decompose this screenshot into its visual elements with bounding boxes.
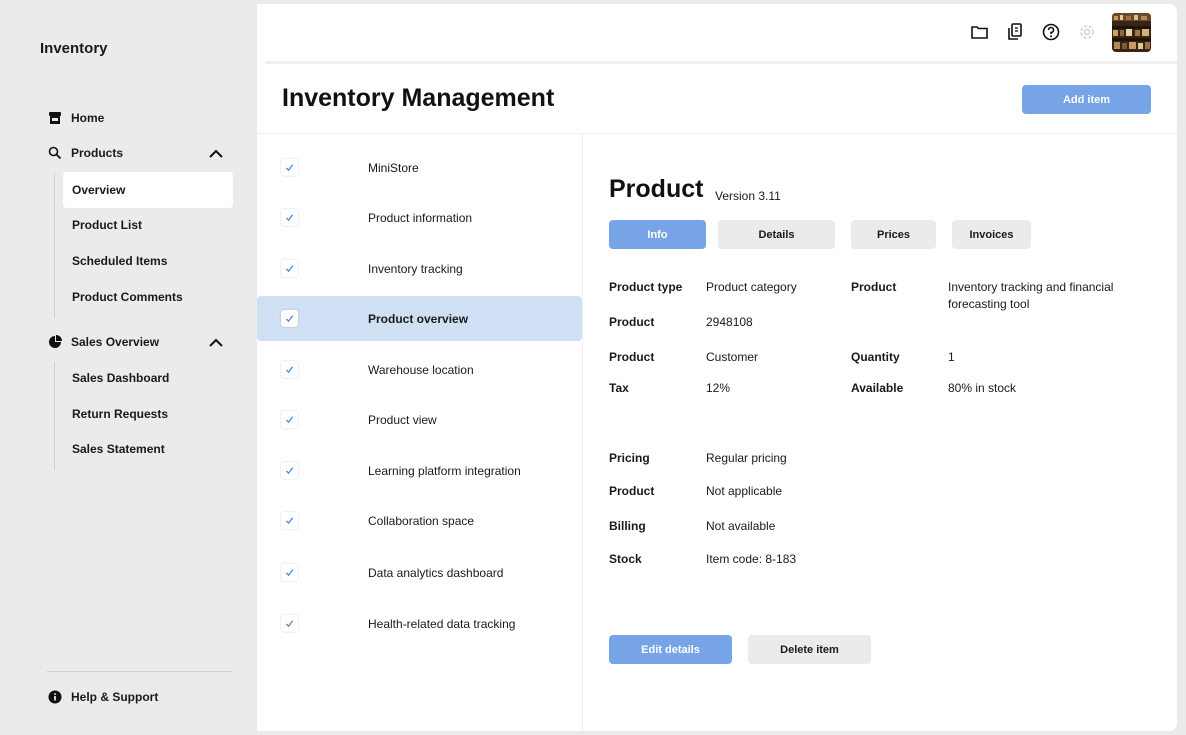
nav-home[interactable]: Home — [46, 108, 104, 128]
sidebar-item-sales-statement[interactable]: Sales Statement — [63, 431, 233, 467]
product-id-label: Product — [609, 315, 655, 329]
nav-sales-overview[interactable]: Sales Overview — [46, 332, 159, 352]
sidebar-item-product-comments[interactable]: Product Comments — [63, 279, 233, 315]
add-item-button[interactable]: Add item — [1022, 85, 1151, 114]
list-item-label: Health-related data tracking — [368, 616, 516, 631]
list-item-selected[interactable]: Product overview — [257, 296, 582, 341]
sidebar-item-sales-dashboard[interactable]: Sales Dashboard — [63, 360, 233, 396]
list-item-label: Product overview — [368, 311, 469, 326]
product-type-value: Product category — [706, 280, 797, 294]
tab-details[interactable]: Details — [718, 220, 835, 249]
product-applicability-label: Product — [609, 484, 655, 498]
nav-sales-label: Sales Overview — [71, 335, 160, 349]
list-item[interactable]: Product view — [257, 397, 582, 442]
settings-icon[interactable] — [1077, 22, 1097, 42]
content-divider — [257, 133, 1177, 134]
nav-help-support[interactable]: Help & Support — [46, 687, 158, 707]
nav-products[interactable]: Products — [46, 143, 123, 163]
page-title: Inventory Management — [282, 84, 555, 112]
list-item[interactable]: Warehouse location — [257, 347, 582, 392]
edit-details-button[interactable]: Edit details — [609, 635, 732, 664]
sidebar-divider — [47, 671, 232, 672]
list-detail-divider — [582, 134, 583, 731]
list-item-label: Product view — [368, 412, 437, 427]
checkbox[interactable] — [281, 615, 298, 632]
list-item[interactable]: Health-related data tracking — [257, 601, 582, 646]
billing-label: Billing — [609, 519, 646, 533]
available-label: Available — [851, 381, 904, 395]
available-value: 80% in stock — [948, 381, 1017, 395]
list-item[interactable]: Learning platform integration — [257, 448, 582, 493]
checkbox[interactable] — [281, 260, 298, 277]
top-bar — [257, 4, 1177, 62]
folder-icon[interactable] — [969, 22, 989, 42]
sidebar: Inventory Home Products Overview Product… — [0, 0, 257, 735]
tax-label: Tax — [609, 381, 629, 395]
product-type-label: Product type — [609, 280, 683, 294]
checkbox[interactable] — [281, 462, 298, 479]
tax-value: 12% — [706, 381, 731, 395]
list-item-label: Collaboration space — [368, 513, 475, 528]
product-version: Version 3.11 — [715, 189, 781, 203]
main-panel: Inventory Management Add item MiniStore … — [257, 4, 1177, 731]
nav-products-label: Products — [71, 146, 124, 160]
app-title: Inventory — [40, 40, 108, 57]
product-applicability-value: Not applicable — [706, 484, 783, 498]
product-description-label: Product — [851, 280, 897, 294]
product-customer-value: Customer — [706, 350, 759, 364]
chevron-up-icon[interactable] — [207, 145, 225, 163]
topbar-separator — [265, 61, 1177, 64]
tab-info[interactable]: Info — [609, 220, 706, 249]
sidebar-item-product-list[interactable]: Product List — [63, 207, 233, 243]
product-description-value: Inventory tracking and financial forecas… — [948, 280, 1114, 311]
sidebar-item-scheduled-items[interactable]: Scheduled Items — [63, 243, 233, 279]
list-item-label: Data analytics dashboard — [368, 565, 504, 580]
user-avatar[interactable] — [1112, 13, 1151, 52]
list-item-label: Inventory tracking — [368, 261, 463, 276]
store-icon — [46, 109, 64, 127]
product-title: Product — [609, 175, 704, 203]
list-item-label: Learning platform integration — [368, 463, 521, 478]
billing-value: Not available — [706, 519, 776, 533]
delete-item-button[interactable]: Delete item — [748, 635, 871, 664]
nav-help-label: Help & Support — [71, 690, 159, 704]
chevron-up-icon[interactable] — [207, 334, 225, 352]
documents-icon[interactable] — [1005, 22, 1025, 42]
pricing-label: Pricing — [609, 451, 650, 465]
product-id-value: 2948108 — [706, 315, 753, 329]
list-item[interactable]: MiniStore — [257, 145, 582, 190]
checkbox[interactable] — [281, 512, 298, 529]
pie-chart-icon — [46, 333, 64, 351]
list-item-label: MiniStore — [368, 160, 419, 175]
search-icon — [46, 144, 64, 162]
tab-prices[interactable]: Prices — [851, 220, 936, 249]
tab-invoices[interactable]: Invoices — [952, 220, 1031, 249]
list-item[interactable]: Inventory tracking — [257, 246, 582, 291]
list-item[interactable]: Data analytics dashboard — [257, 550, 582, 595]
info-icon — [46, 688, 64, 706]
help-icon[interactable] — [1041, 22, 1061, 42]
checkbox[interactable] — [281, 411, 298, 428]
pricing-value: Regular pricing — [706, 451, 787, 465]
sidebar-item-overview[interactable]: Overview — [63, 172, 233, 208]
stock-label: Stock — [609, 552, 642, 566]
quantity-value: 1 — [948, 350, 955, 364]
stock-value: Item code: 8-183 — [706, 552, 797, 566]
nav-home-label: Home — [71, 111, 105, 125]
checkbox[interactable] — [281, 310, 298, 327]
list-item-label: Product information — [368, 210, 473, 225]
checkbox[interactable] — [281, 159, 298, 176]
sidebar-item-return-requests[interactable]: Return Requests — [63, 396, 233, 432]
checkbox[interactable] — [281, 564, 298, 581]
sales-subnav-line — [54, 362, 55, 470]
checkbox[interactable] — [281, 361, 298, 378]
quantity-label: Quantity — [851, 350, 900, 364]
product-customer-label: Product — [609, 350, 655, 364]
list-item[interactable]: Product information — [257, 195, 582, 240]
list-item[interactable]: Collaboration space — [257, 498, 582, 543]
products-subnav-line — [54, 173, 55, 318]
checkbox[interactable] — [281, 209, 298, 226]
list-item-label: Warehouse location — [368, 362, 474, 377]
